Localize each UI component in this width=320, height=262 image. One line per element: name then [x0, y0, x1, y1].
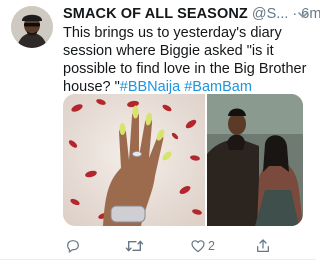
retweet-icon — [125, 240, 144, 252]
author-name[interactable]: SMACK OF ALL SEASONZ — [63, 6, 248, 22]
reply-icon — [67, 240, 79, 253]
media-image-ring-hand[interactable] — [63, 94, 205, 226]
hashtag-bambam[interactable]: #BamBam — [184, 79, 252, 95]
media-image-couple[interactable] — [207, 94, 303, 226]
tweet-media[interactable] — [63, 94, 303, 226]
share-icon — [257, 239, 269, 252]
reply-button[interactable] — [65, 236, 83, 256]
hashtag-bbnaija[interactable]: #BBNaija — [120, 79, 180, 95]
retweet-button[interactable] — [125, 236, 146, 256]
like-count: 2 — [208, 239, 215, 253]
like-button[interactable]: 2 — [190, 236, 215, 256]
tweet-divider — [0, 259, 316, 260]
tweet-header: SMACK OF ALL SEASONZ @S... · 6m — [63, 4, 320, 24]
author-handle[interactable]: @S... — [252, 6, 288, 22]
avatar-image — [11, 6, 53, 48]
share-button[interactable] — [255, 236, 271, 256]
tweet-actions: 2 — [63, 236, 311, 256]
like-icon — [191, 240, 205, 253]
avatar[interactable] — [11, 6, 53, 48]
tweet-text: This brings us to yesterday's diary sess… — [63, 24, 311, 96]
